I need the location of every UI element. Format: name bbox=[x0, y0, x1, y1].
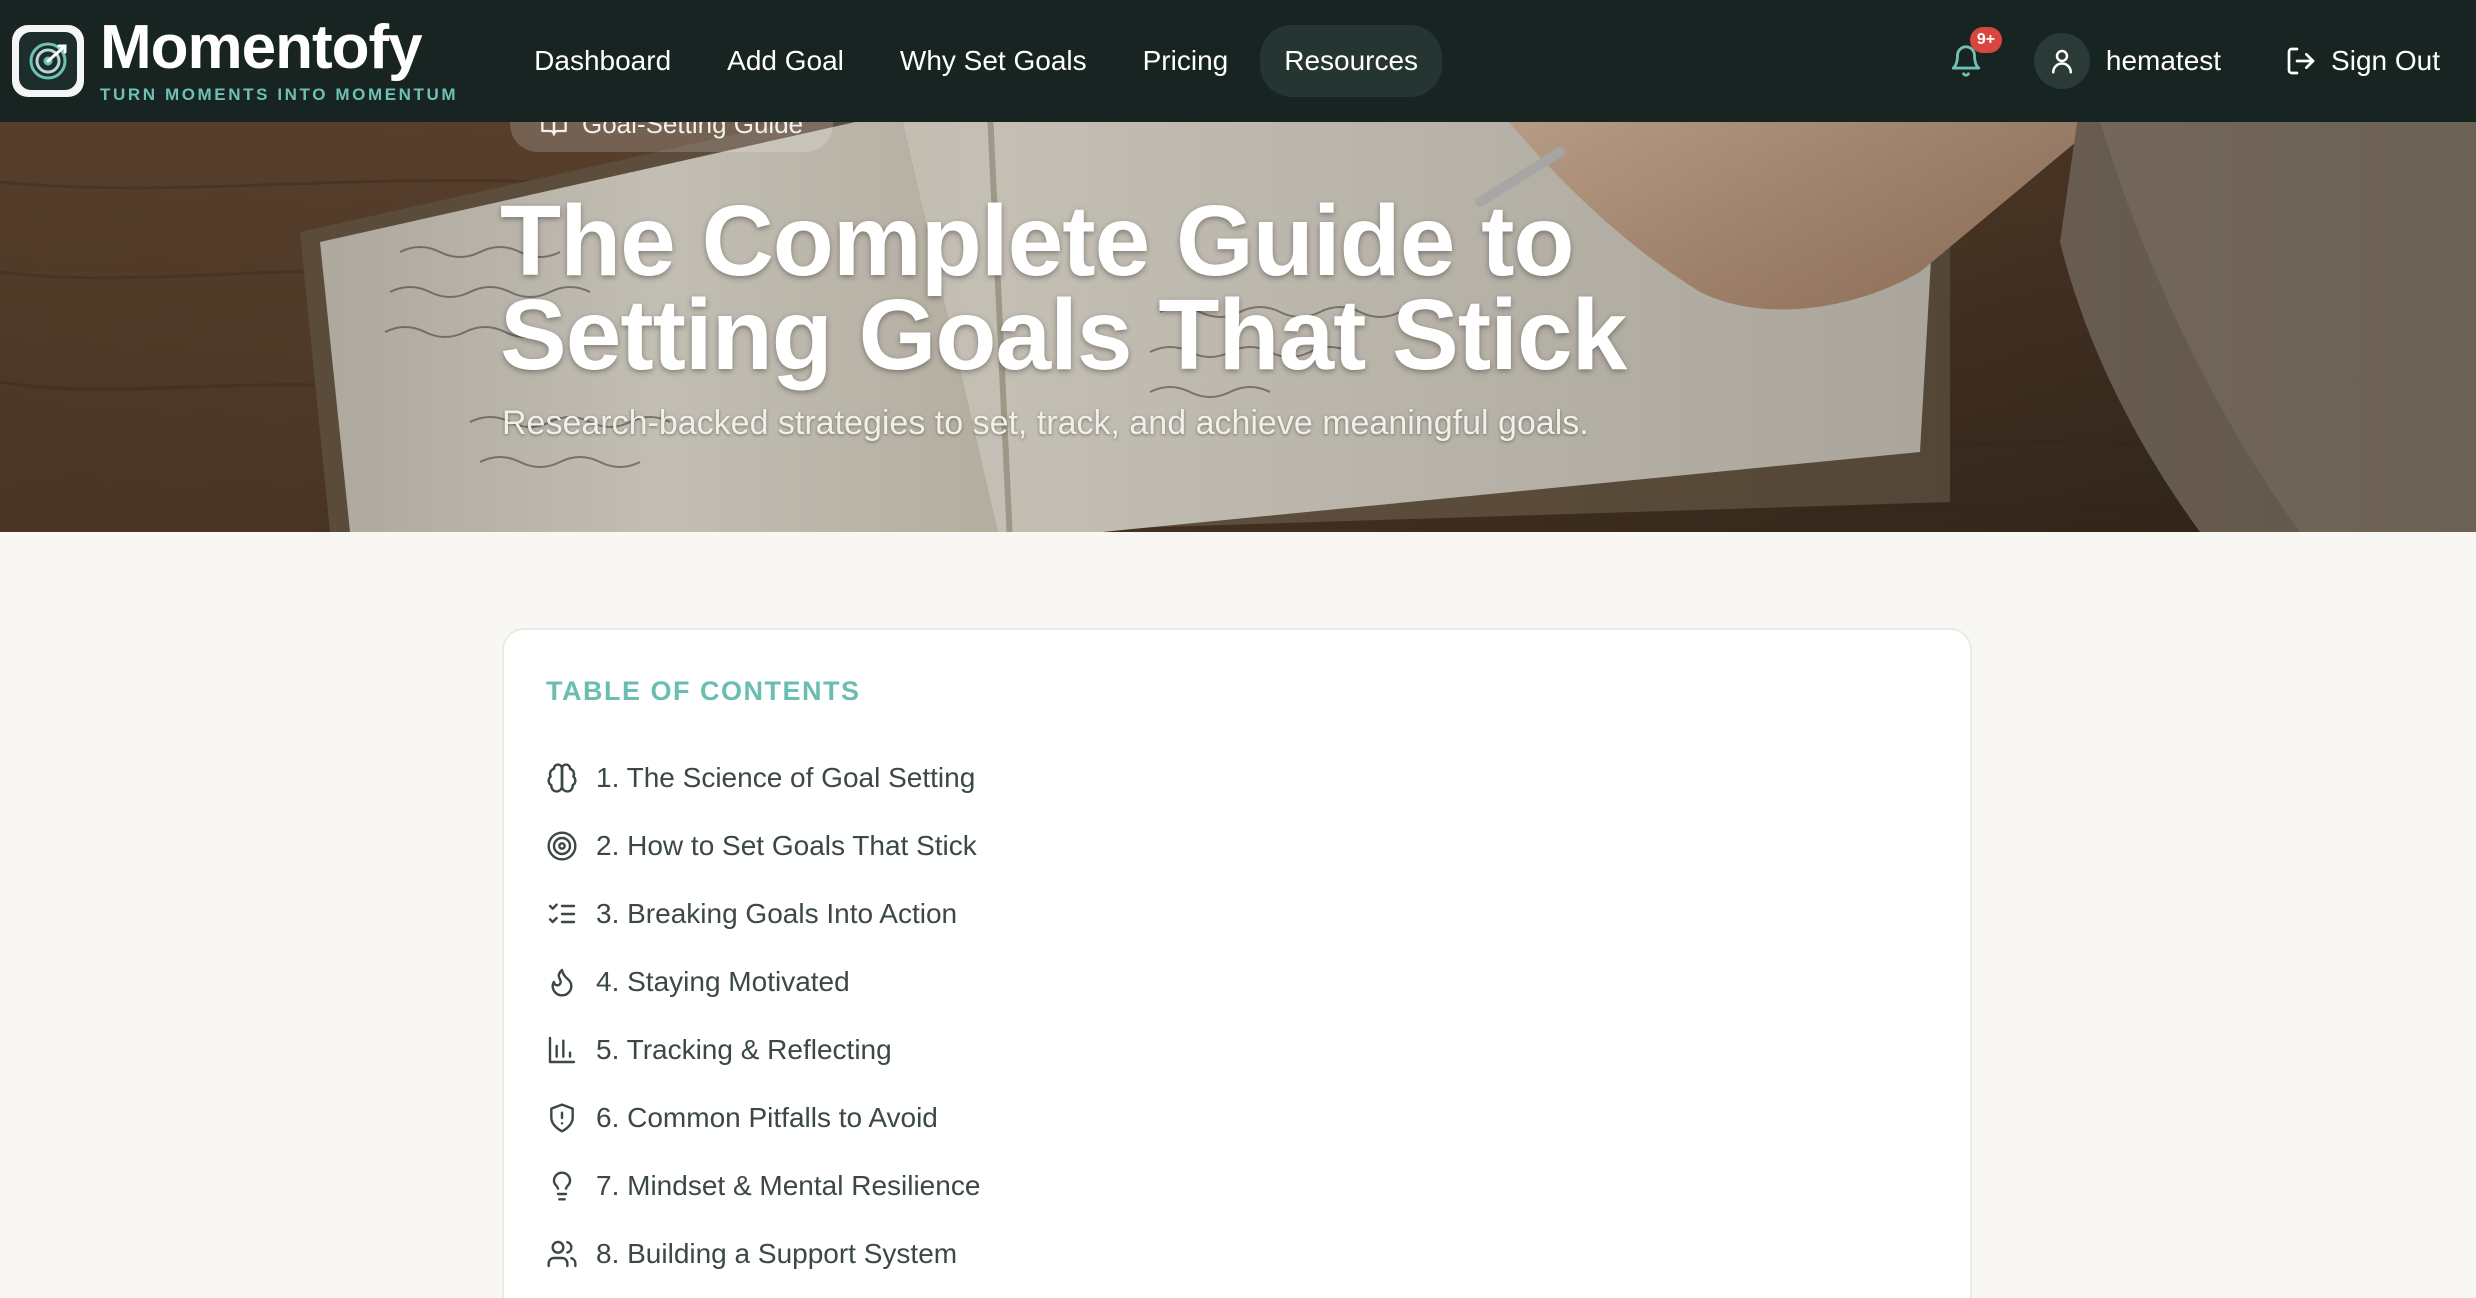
lightbulb-icon bbox=[544, 1168, 580, 1204]
toc-item-science[interactable]: 1. The Science of Goal Setting bbox=[544, 744, 980, 812]
toc-item-mindset[interactable]: 7. Mindset & Mental Resilience bbox=[544, 1152, 980, 1220]
table-of-contents-card: TABLE OF CONTENTS 1. The Science of Goal… bbox=[502, 628, 1972, 1298]
nav-pricing[interactable]: Pricing bbox=[1119, 25, 1253, 97]
toc-list: 1. The Science of Goal Setting 2. How to… bbox=[544, 744, 980, 1288]
page-subtitle: Research-backed strategies to set, track… bbox=[502, 404, 1589, 442]
username-label[interactable]: hematest bbox=[2106, 45, 2221, 77]
log-out-icon bbox=[2287, 47, 2315, 75]
hero-banner: Goal-Setting Guide The Complete Guide to… bbox=[0, 122, 2476, 532]
toc-item-label: 3. Breaking Goals Into Action bbox=[596, 898, 958, 929]
top-navbar: Momentofy TURN MOMENTS INTO MOMENTUM Das… bbox=[0, 0, 2476, 122]
sign-out-button[interactable]: Sign Out bbox=[2285, 45, 2440, 77]
brand-tagline: TURN MOMENTS INTO MOMENTUM bbox=[100, 85, 459, 104]
nav-resources[interactable]: Resources bbox=[1260, 25, 1443, 97]
nav-dashboard[interactable]: Dashboard bbox=[510, 25, 695, 97]
toc-item-label: 8. Building a Support System bbox=[596, 1238, 958, 1269]
notification-badge: 9+ bbox=[1969, 27, 2003, 53]
target-icon bbox=[544, 828, 580, 864]
toc-item-label: 2. How to Set Goals That Stick bbox=[596, 830, 977, 861]
notifications-button[interactable]: 9+ bbox=[1936, 27, 2003, 91]
shield-alert-icon bbox=[544, 1100, 580, 1136]
brain-icon bbox=[544, 760, 580, 796]
user-icon bbox=[2051, 49, 2072, 74]
page-title: The Complete Guide to Setting Goals That… bbox=[500, 191, 2000, 385]
users-icon bbox=[544, 1236, 580, 1272]
nav-add-goal[interactable]: Add Goal bbox=[703, 25, 868, 97]
book-open-icon bbox=[541, 122, 567, 136]
guide-category-chip: Goal-Setting Guide bbox=[510, 122, 834, 152]
guide-chip-label: Goal-Setting Guide bbox=[582, 122, 804, 139]
page-title-line-2: Setting Goals That Stick bbox=[500, 279, 1627, 391]
toc-item-label: 4. Staying Motivated bbox=[596, 966, 850, 997]
brand-logo-link[interactable]: Momentofy TURN MOMENTS INTO MOMENTUM bbox=[12, 17, 458, 105]
brand-name: Momentofy bbox=[100, 13, 423, 82]
nav-why-set-goals[interactable]: Why Set Goals bbox=[876, 25, 1111, 97]
toc-item-label: 1. The Science of Goal Setting bbox=[596, 762, 976, 793]
toc-item-motivated[interactable]: 4. Staying Motivated bbox=[544, 948, 980, 1016]
flame-icon bbox=[544, 964, 580, 1000]
toc-item-pitfalls[interactable]: 6. Common Pitfalls to Avoid bbox=[544, 1084, 980, 1152]
logo-icon bbox=[12, 25, 84, 97]
sign-out-label: Sign Out bbox=[2331, 45, 2440, 76]
toc-item-label: 6. Common Pitfalls to Avoid bbox=[596, 1102, 938, 1133]
bar-chart-icon bbox=[544, 1032, 580, 1068]
toc-item-tracking[interactable]: 5. Tracking & Reflecting bbox=[544, 1016, 980, 1084]
toc-item-action[interactable]: 3. Breaking Goals Into Action bbox=[544, 880, 980, 948]
list-checks-icon bbox=[544, 896, 580, 932]
toc-heading: TABLE OF CONTENTS bbox=[546, 676, 861, 706]
toc-item-support[interactable]: 8. Building a Support System bbox=[544, 1220, 980, 1288]
toc-item-label: 7. Mindset & Mental Resilience bbox=[596, 1170, 981, 1201]
user-avatar[interactable] bbox=[2033, 33, 2090, 89]
toc-item-label: 5. Tracking & Reflecting bbox=[596, 1034, 892, 1065]
toc-item-set-goals[interactable]: 2. How to Set Goals That Stick bbox=[544, 812, 980, 880]
main-nav: Dashboard Add Goal Why Set Goals Pricing… bbox=[510, 25, 1450, 97]
